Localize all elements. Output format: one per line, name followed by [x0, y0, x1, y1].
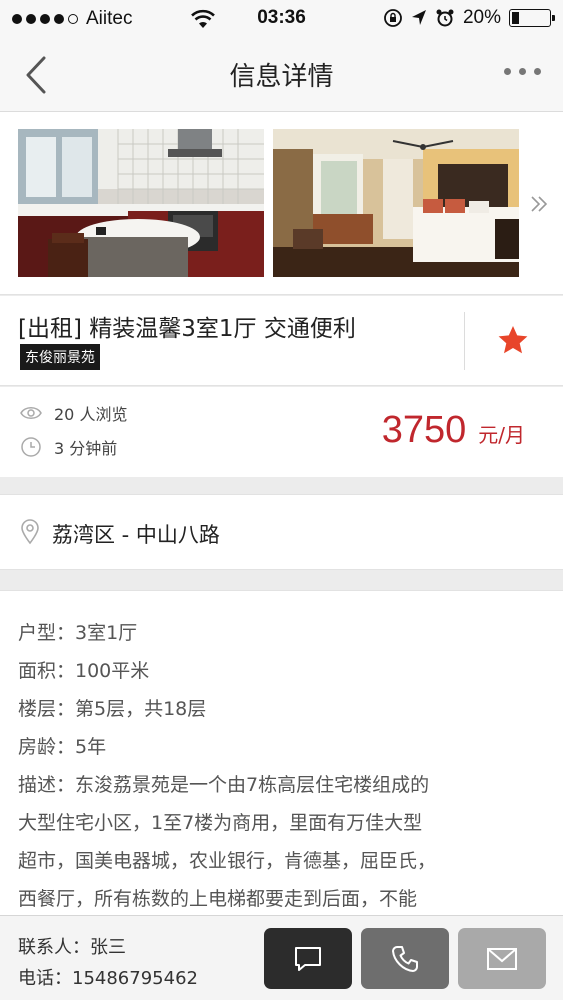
alarm-icon	[436, 9, 454, 27]
detail-age: 房龄：5年	[18, 736, 107, 758]
location-row[interactable]: 荔湾区 - 中山八路	[0, 494, 563, 570]
mail-icon	[487, 947, 517, 970]
posted-row: 3 分钟前	[20, 435, 117, 459]
detail-floor: 楼层：第5层，共18层	[18, 698, 207, 720]
estate-tag: 东俊丽景苑	[20, 344, 100, 370]
mail-button[interactable]	[458, 928, 546, 989]
detail-description: 描述：东浚荔景苑是一个由7栋高层住宅楼组成的	[18, 774, 430, 796]
stats-block: 20 人浏览 3 分钟前 3750 元/月	[0, 387, 563, 477]
detail-area: 面积：100平米	[18, 660, 150, 682]
status-right: 20%	[383, 7, 555, 29]
detail-layout: 户型：3室1厅	[18, 622, 138, 644]
photo-bedroom[interactable]	[273, 129, 519, 277]
detail-description: 超市，国美电器城，农业银行，肯德基，屈臣氏，	[18, 850, 437, 872]
chevron-right-icon[interactable]	[529, 192, 549, 216]
chat-icon	[295, 946, 321, 971]
views-row: 20 人浏览	[20, 401, 127, 425]
clock-icon	[21, 437, 41, 457]
contact-name: 联系人：张三	[18, 937, 126, 958]
chat-button[interactable]	[264, 928, 352, 989]
detail-description: 大型住宅小区，1至7楼为商用，里面有万佳大型	[18, 812, 423, 834]
price-value: 3750	[381, 409, 467, 451]
detail-description: 西餐厅，所有栋数的上电梯都要走到后面，不能	[18, 888, 418, 910]
battery-percent: 20%	[462, 7, 501, 28]
price: 3750 元/月	[382, 409, 525, 452]
battery-icon	[509, 9, 555, 27]
call-button[interactable]	[361, 928, 449, 989]
details-block: 户型：3室1厅 面积：100平米 楼层：第5层，共18层 房龄：5年 描述：东浚…	[0, 590, 563, 915]
nav-bar: 信息详情	[0, 38, 563, 112]
page-title: 信息详情	[229, 62, 334, 92]
contact-bar: 联系人：张三 电话：15486795462	[0, 915, 563, 1000]
phone-icon	[392, 945, 418, 972]
posted-time: 3 分钟前	[54, 439, 118, 458]
divider	[464, 312, 465, 370]
location-text: 荔湾区 - 中山八路	[52, 523, 220, 547]
listing-header: [出租] 精装温馨3室1厅 交通便利 东俊丽景苑	[0, 296, 563, 386]
battery-level	[512, 12, 520, 24]
views-count: 20 人浏览	[54, 405, 128, 424]
location-arrow-icon	[411, 10, 426, 25]
status-bar: Aiitec 03:36 20%	[0, 0, 563, 38]
star-icon[interactable]	[497, 324, 529, 356]
more-icon[interactable]	[504, 68, 541, 75]
location-pin-icon	[21, 519, 39, 545]
photo-gallery	[0, 112, 563, 295]
photo-kitchen[interactable]	[18, 129, 264, 277]
contact-phone: 电话：15486795462	[18, 968, 198, 989]
listing-title: [出租] 精装温馨3室1厅 交通便利	[18, 316, 356, 342]
eye-icon	[20, 407, 42, 419]
price-unit: 元/月	[478, 423, 525, 447]
lock-rotation-icon	[384, 9, 402, 27]
